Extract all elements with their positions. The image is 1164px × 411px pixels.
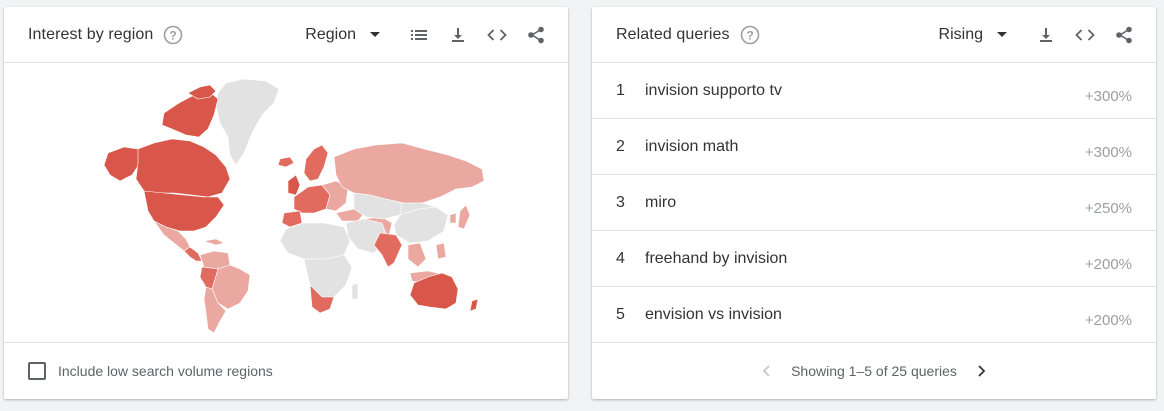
query-index: 3 [616,194,625,211]
queries-pager: Showing 1–5 of 25 queries [592,343,1156,399]
query-value: +200% [1084,312,1132,329]
region-greenland[interactable] [215,78,280,166]
region-korea[interactable] [449,212,457,224]
region-madagascar[interactable] [351,282,359,300]
low-volume-checkbox[interactable] [28,362,46,380]
region-canada-islands[interactable] [161,90,219,138]
region-caribbean[interactable] [203,238,225,246]
help-circle-icon[interactable]: ? [740,25,760,45]
query-row[interactable]: 1 invision supporto tv +300% [592,63,1156,119]
query-index: 5 [616,306,625,323]
region-india[interactable] [373,232,403,268]
region-select-label: Region [305,25,356,43]
query-text[interactable]: freehand by invision [645,250,787,268]
region-western-europe[interactable] [293,184,331,214]
rising-select[interactable]: Rising [939,26,1007,44]
queries-card-header: Related queries ? Rising [592,7,1156,63]
query-text[interactable]: invision math [645,138,738,156]
region-alaska[interactable] [103,146,141,182]
interest-card-title: Interest by region [28,25,154,43]
query-value: +300% [1084,144,1132,161]
region-select[interactable]: Region [305,26,380,44]
embed-code-icon[interactable] [1073,23,1097,47]
help-circle-icon[interactable]: ? [163,25,183,45]
query-text[interactable]: envision vs invision [645,306,782,324]
share-icon[interactable] [1112,23,1136,47]
interest-card-footer: Include low search volume regions [4,343,568,399]
query-value: +200% [1084,256,1132,273]
download-icon[interactable] [446,23,470,47]
query-row[interactable]: 2 invision math +300% [592,119,1156,175]
query-value: +300% [1084,88,1132,105]
world-map-svg[interactable] [4,63,568,343]
query-row[interactable]: 4 freehand by invision +200% [592,231,1156,287]
region-se-asia[interactable] [407,242,427,268]
query-text[interactable]: invision supporto tv [645,82,782,100]
interest-by-region-card: Interest by region ? Region Include low … [4,7,568,399]
region-uk[interactable] [287,174,301,196]
pager-text: Showing 1–5 of 25 queries [791,363,957,379]
world-map[interactable] [4,63,568,343]
chevron-down-icon [997,32,1007,37]
query-list: 1 invision supporto tv +300% 2 invision … [592,63,1156,343]
embed-code-icon[interactable] [485,23,509,47]
chevron-down-icon [370,32,380,37]
query-index: 1 [616,82,625,99]
query-index: 2 [616,138,625,155]
svg-text:?: ? [746,28,753,42]
download-icon[interactable] [1034,23,1058,47]
chevron-left-icon[interactable] [757,361,777,381]
queries-card-title: Related queries [616,25,730,43]
region-usa[interactable] [143,190,225,232]
query-index: 4 [616,250,625,267]
region-iceland[interactable] [277,156,295,168]
query-text[interactable]: miro [645,194,676,212]
share-icon[interactable] [524,23,548,47]
chevron-right-icon[interactable] [971,361,991,381]
rising-select-label: Rising [938,25,983,43]
region-north-africa[interactable] [279,222,351,260]
interest-card-header: Interest by region ? Region [4,7,568,63]
query-row[interactable]: 5 envision vs invision +200% [592,287,1156,343]
region-canada[interactable] [135,138,231,198]
query-row[interactable]: 3 miro +250% [592,175,1156,231]
low-volume-checkbox-label: Include low search volume regions [58,363,273,379]
region-japan[interactable] [457,204,471,230]
list-icon[interactable] [407,23,431,47]
region-philippines[interactable] [435,242,447,260]
region-scandinavia[interactable] [303,144,329,182]
related-queries-card: Related queries ? Rising 1 invision supp… [592,7,1156,399]
region-central-america[interactable] [183,246,203,262]
query-value: +250% [1084,200,1132,217]
region-new-zealand[interactable] [469,298,479,312]
svg-text:?: ? [170,28,177,42]
